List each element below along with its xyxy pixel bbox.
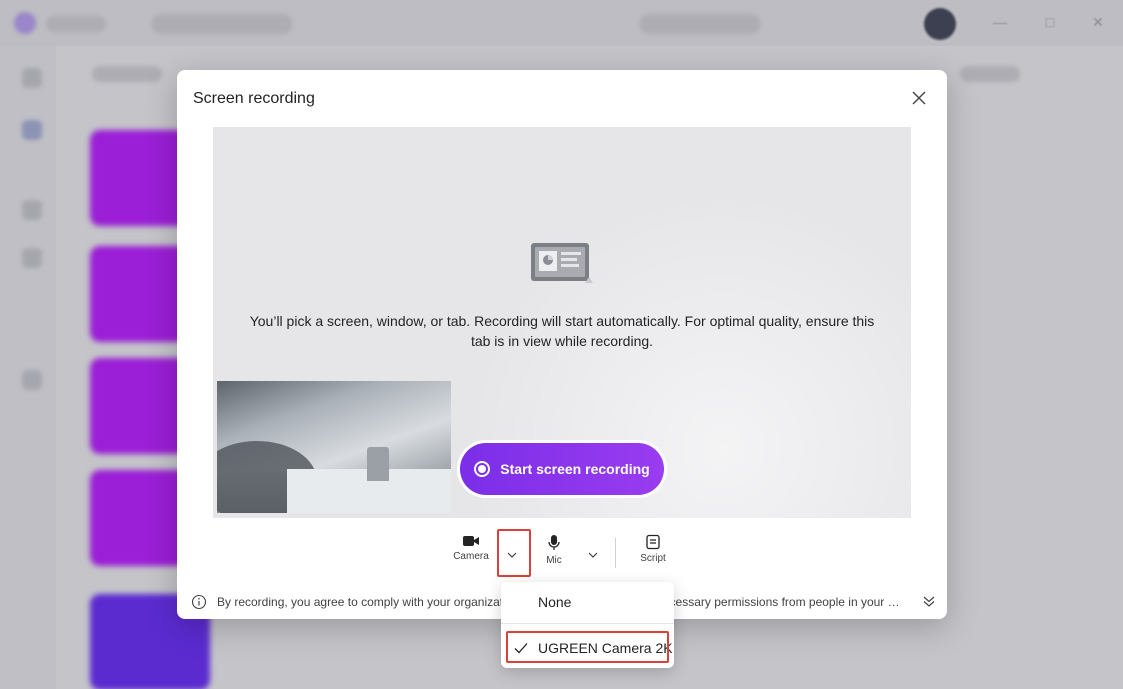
video-camera-icon (463, 536, 479, 546)
background-search-placeholder (152, 14, 292, 34)
window-close-icon: ✕ (1092, 14, 1104, 30)
background-rail-item (22, 68, 42, 88)
camera-label: Camera (453, 551, 489, 562)
maximize-icon: □ (1045, 14, 1055, 30)
script-button[interactable]: Script (635, 534, 671, 564)
background-header-placeholder (92, 66, 162, 82)
start-screen-recording-button[interactable]: Start screen recording (460, 443, 664, 495)
minimize-icon: — (993, 14, 1007, 30)
info-icon (191, 594, 207, 610)
background-header-placeholder (960, 66, 1020, 82)
start-recording-button-ring: Start screen recording (457, 440, 667, 498)
background-avatar (924, 8, 956, 40)
start-recording-label: Start screen recording (500, 461, 650, 477)
camera-option-ugreen[interactable]: UGREEN Camera 2K (501, 631, 674, 665)
microphone-icon (548, 535, 560, 550)
close-button[interactable] (909, 88, 929, 108)
camera-options-menu: None UGREEN Camera 2K (501, 582, 674, 668)
menu-separator (501, 623, 674, 624)
script-icon (646, 534, 660, 550)
mic-options-dropdown-button[interactable] (586, 547, 600, 565)
background-rail-item (22, 248, 42, 268)
mic-label: Mic (546, 555, 562, 566)
script-label: Script (640, 553, 666, 564)
toolbar-divider (615, 538, 616, 568)
camera-toggle-button[interactable]: Camera (449, 534, 493, 562)
background-rail-item (22, 370, 42, 390)
background-rail-item (22, 120, 42, 140)
camera-option-none[interactable]: None (501, 585, 674, 619)
recording-stage: You’ll pick a screen, window, or tab. Re… (213, 127, 911, 518)
screen-recording-dialog: Screen recording You’ll pick a screen, w… (177, 70, 947, 619)
background-title-placeholder (46, 16, 106, 32)
background-rail-item (22, 200, 42, 220)
camera-dropdown-annotation (497, 529, 531, 577)
mic-toggle-button[interactable]: Mic (537, 534, 571, 566)
expand-notice-button[interactable] (921, 593, 937, 609)
chevron-down-icon (588, 552, 598, 558)
double-chevron-down-icon (923, 596, 935, 607)
background-sidebar-rail (0, 46, 56, 689)
dialog-title: Screen recording (193, 90, 315, 107)
background-action-placeholder (640, 14, 760, 34)
close-icon (912, 91, 926, 105)
screen-share-illustration-icon (531, 243, 593, 283)
recording-instructions: You’ll pick a screen, window, or tab. Re… (249, 313, 875, 349)
record-icon (474, 461, 491, 477)
camera-preview (217, 381, 451, 513)
background-app-logo (14, 12, 36, 34)
checkmark-icon (514, 643, 528, 654)
